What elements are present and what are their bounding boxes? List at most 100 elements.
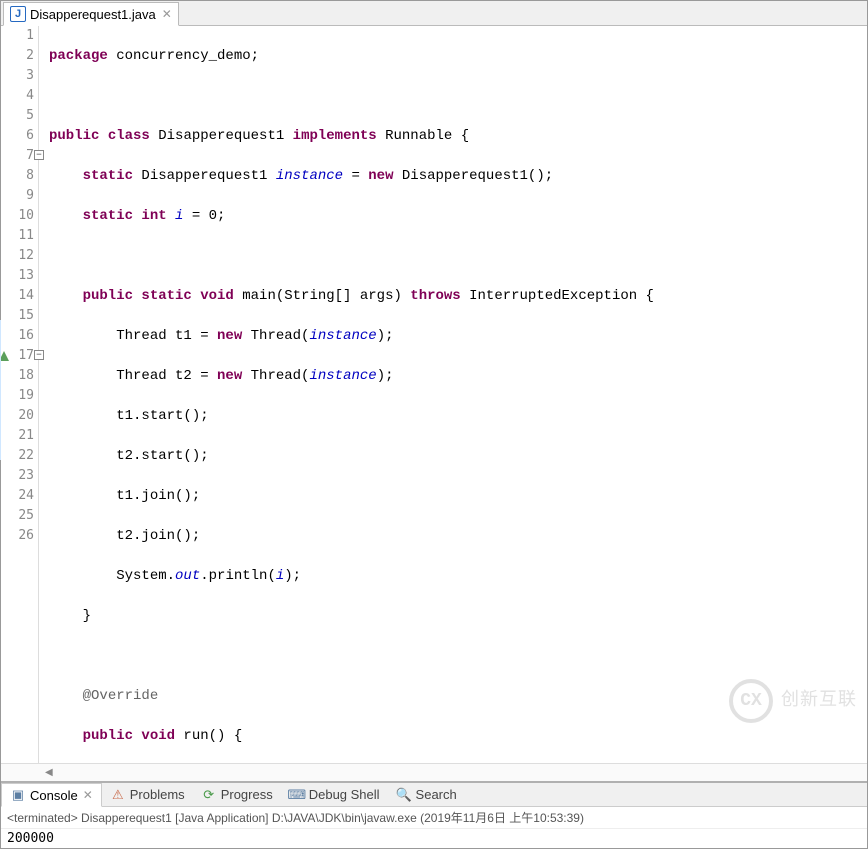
tab-label: Search xyxy=(416,787,457,802)
code-token: ); xyxy=(377,368,394,384)
code-token: ) xyxy=(393,288,410,304)
code-token: implements xyxy=(293,128,377,144)
close-icon[interactable]: ✕ xyxy=(83,788,93,802)
line-number: 2 xyxy=(1,46,34,66)
editor-tab-active[interactable]: J Disapperequest1.java ✕ xyxy=(3,2,179,26)
code-token: static xyxy=(133,288,192,304)
code-token: package xyxy=(49,48,108,64)
line-number: 1 xyxy=(1,26,34,46)
code-token: public xyxy=(49,128,99,144)
code-token: class xyxy=(99,128,149,144)
line-number-gutter: 1 2 3 4 5 6 7− 8 9 10 11 12 13 14 15 16 … xyxy=(1,26,39,763)
override-marker-icon[interactable] xyxy=(1,349,11,363)
console-status-line: <terminated> Disapperequest1 [Java Appli… xyxy=(1,807,867,829)
code-token: t2.start(); xyxy=(49,448,209,464)
code-token: = 0; xyxy=(183,208,225,224)
code-token: public xyxy=(49,728,133,744)
code-token: = xyxy=(343,168,368,184)
line-number: 26 xyxy=(1,526,34,546)
console-output[interactable]: 200000 xyxy=(1,829,867,848)
code-token: Disapperequest1 xyxy=(133,168,276,184)
bottom-panel: ▣ Console ✕ ⚠ Problems ⟳ Progress ⌨ Debu… xyxy=(1,781,867,848)
tab-label: Progress xyxy=(221,787,273,802)
tab-search[interactable]: 🔍 Search xyxy=(388,783,465,807)
line-number: 21 xyxy=(1,426,34,446)
line-number: 8 xyxy=(1,166,34,186)
line-number: 3 xyxy=(1,66,34,86)
code-token: static xyxy=(49,208,133,224)
code-token: } xyxy=(49,608,91,624)
code-token: i xyxy=(167,208,184,224)
code-token: System. xyxy=(49,568,175,584)
editor-tab-filename: Disapperequest1.java xyxy=(30,7,156,22)
code-token: Thread t1 = xyxy=(49,328,217,344)
tab-label: Console xyxy=(30,788,78,803)
editor-tab-bar: J Disapperequest1.java ✕ xyxy=(1,1,867,26)
line-number: 19 xyxy=(1,386,34,406)
code-token xyxy=(49,688,83,704)
line-number: 4 xyxy=(1,86,34,106)
line-number: 11 xyxy=(1,226,34,246)
code-token: t1.join(); xyxy=(49,488,200,504)
code-token: int xyxy=(133,208,167,224)
view-tab-bar: ▣ Console ✕ ⚠ Problems ⟳ Progress ⌨ Debu… xyxy=(1,783,867,807)
tab-problems[interactable]: ⚠ Problems xyxy=(102,783,193,807)
line-number: 16 xyxy=(1,326,34,346)
search-icon: 🔍 xyxy=(396,787,412,803)
code-token: main(String[] xyxy=(234,288,360,304)
code-token: t1.start(); xyxy=(49,408,209,424)
console-icon: ▣ xyxy=(10,787,26,803)
line-number: 12 xyxy=(1,246,34,266)
line-number: 17− xyxy=(1,346,34,366)
problems-icon: ⚠ xyxy=(110,787,126,803)
tab-debug-shell[interactable]: ⌨ Debug Shell xyxy=(281,783,388,807)
line-number: 18 xyxy=(1,366,34,386)
code-token: ); xyxy=(284,568,301,584)
code-token: new xyxy=(217,328,242,344)
code-token: out xyxy=(175,568,200,584)
code-token: new xyxy=(368,168,393,184)
code-token: new xyxy=(217,368,242,384)
code-token: Disapperequest1(); xyxy=(394,168,554,184)
code-token: public xyxy=(49,288,133,304)
line-number: 25 xyxy=(1,506,34,526)
code-token: instance xyxy=(309,368,376,384)
watermark-logo-icon: CX xyxy=(729,679,773,723)
code-token: void xyxy=(133,728,175,744)
code-token: ); xyxy=(377,328,394,344)
code-token: void xyxy=(192,288,234,304)
tab-label: Problems xyxy=(130,787,185,802)
code-token: InterruptedException { xyxy=(461,288,654,304)
line-number: 24 xyxy=(1,486,34,506)
code-token: instance xyxy=(276,168,343,184)
watermark: CX 创新互联 xyxy=(729,679,857,723)
tab-progress[interactable]: ⟳ Progress xyxy=(193,783,281,807)
line-number: 6 xyxy=(1,126,34,146)
left-arrow-icon: ◀ xyxy=(45,767,53,778)
line-number: 14 xyxy=(1,286,34,306)
debug-shell-icon: ⌨ xyxy=(289,787,305,803)
line-number: 22 xyxy=(1,446,34,466)
progress-icon: ⟳ xyxy=(201,787,217,803)
watermark-text: 创新互联 xyxy=(781,691,857,711)
code-token: Disapperequest1 xyxy=(150,128,293,144)
code-token: args xyxy=(360,288,394,304)
tab-label: Debug Shell xyxy=(309,787,380,802)
horizontal-scroll-hint[interactable]: ◀ xyxy=(1,763,867,781)
code-token: instance xyxy=(309,328,376,344)
line-number: 5 xyxy=(1,106,34,126)
code-token: throws xyxy=(410,288,460,304)
code-token: .println( xyxy=(200,568,276,584)
code-token: t2.join(); xyxy=(49,528,200,544)
code-editor[interactable]: package concurrency_demo; public class D… xyxy=(39,26,867,763)
line-number: 13 xyxy=(1,266,34,286)
line-number: 20 xyxy=(1,406,34,426)
close-icon[interactable]: ✕ xyxy=(162,7,172,21)
java-file-icon: J xyxy=(10,6,26,22)
tab-console[interactable]: ▣ Console ✕ xyxy=(1,783,102,807)
code-token: Runnable { xyxy=(377,128,469,144)
code-token: run() { xyxy=(175,728,242,744)
code-token: Thread( xyxy=(242,328,309,344)
code-token: concurrency_demo; xyxy=(108,48,259,64)
code-token: Thread( xyxy=(242,368,309,384)
